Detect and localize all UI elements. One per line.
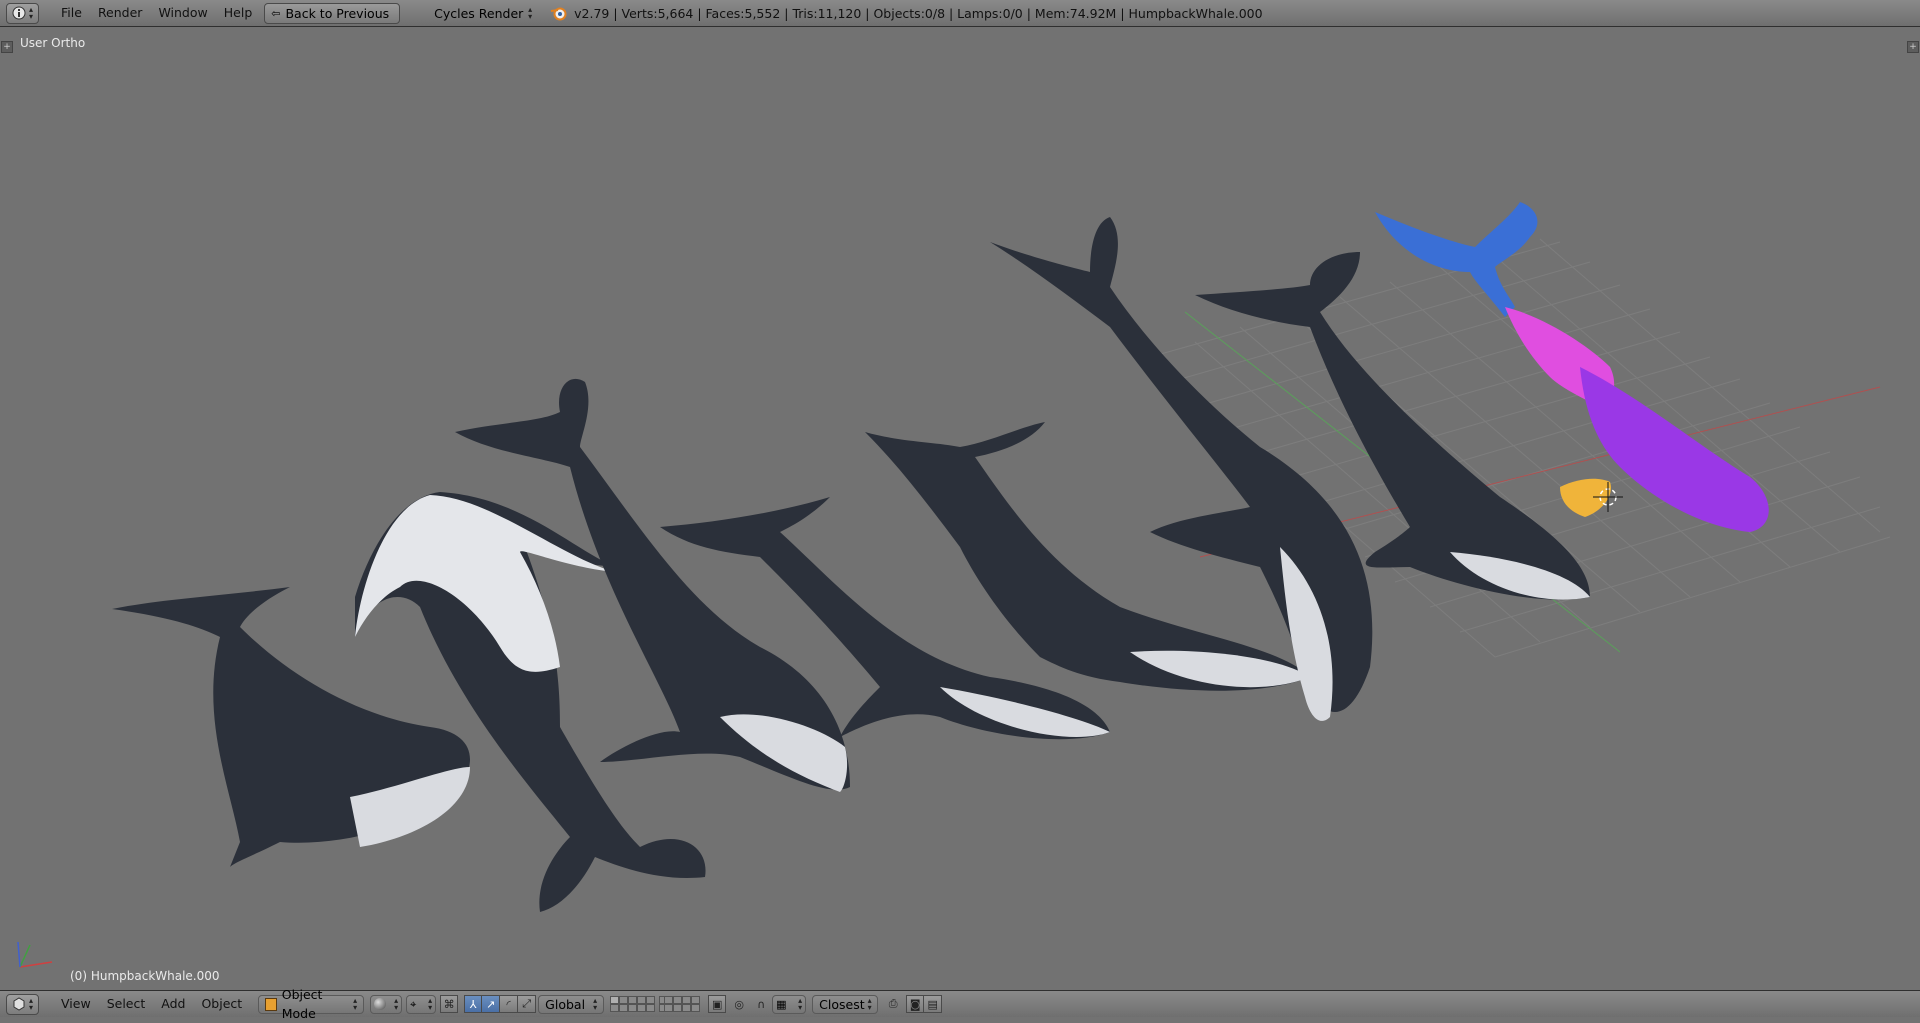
dropdown-arrows-icon: ▴ ▾ — [593, 996, 598, 1012]
manipulator-toggle-button[interactable]: ⅄ — [464, 995, 483, 1013]
layer-button[interactable] — [619, 996, 629, 1004]
opengl-render-image-button[interactable]: ◙ — [906, 995, 925, 1013]
editor-type-selector[interactable]: ▴ ▾ — [6, 993, 40, 1015]
pivot-point-select[interactable]: ⌖ ▴ ▾ — [406, 994, 437, 1014]
dropdown-arrows-icon: ▴ ▾ — [798, 996, 803, 1012]
menu-window[interactable]: Window — [150, 3, 215, 23]
mode-select[interactable]: Object Mode ▴ ▾ — [258, 987, 365, 1021]
opengl-render-active-viewport-button[interactable]: ⎙ — [884, 995, 902, 1013]
dropdown-arrows-icon: ▴ ▾ — [29, 996, 34, 1012]
layer-button[interactable] — [610, 1004, 620, 1012]
dropdown-arrows-icon: ▴ ▾ — [528, 5, 533, 21]
scale-icon: ⤢ — [522, 997, 532, 1010]
snap-element-select[interactable]: ▦ ▴ ▾ — [772, 994, 807, 1014]
back-to-previous-label: Back to Previous — [285, 5, 390, 21]
proportional-editing-button[interactable]: ◎ — [730, 995, 748, 1013]
dropdown-arrows-icon: ▴ ▾ — [29, 5, 34, 21]
proportional-toggle[interactable]: ⌘ — [440, 995, 459, 1013]
layer-button[interactable] — [664, 1004, 674, 1012]
render-engine-label: Cycles Render — [434, 5, 524, 21]
snap-target-select[interactable]: Closest ▴ ▾ — [812, 994, 879, 1014]
opengl-render-animation-button[interactable]: ▤ — [924, 995, 943, 1013]
lock-camera-button[interactable]: ▣ — [708, 995, 727, 1013]
scene-statistics: v2.79 | Verts:5,664 | Faces:5,552 | Tris… — [574, 5, 1263, 21]
clapperboard-icon: ▤ — [927, 997, 938, 1011]
axis-gizmo — [17, 941, 53, 968]
3d-view-header: ▴ ▾ View Select Add Object Object Mode ▴ ▾… — [0, 987, 1920, 1021]
layer-button[interactable] — [628, 996, 638, 1004]
menu-object[interactable]: Object — [193, 994, 250, 1014]
layer-button[interactable] — [619, 1004, 629, 1012]
scale-manipulator-button[interactable]: ⤢ — [518, 995, 537, 1013]
editor-type-selector[interactable]: ▴ ▾ — [6, 2, 40, 24]
info-icon — [12, 6, 26, 20]
active-object-label: (0) HumpbackWhale.000 — [70, 969, 220, 983]
3d-viewport[interactable]: User Ortho + + (0) HumpbackWhale.000 — [0, 27, 1920, 990]
layer-button[interactable] — [673, 1004, 683, 1012]
info-header: ▴ ▾ File Render Window Help ⇦ Back to Pre… — [0, 0, 1920, 27]
render-still-icon: ⎙ — [888, 997, 898, 1010]
scene-layers[interactable] — [610, 996, 701, 1012]
menu-select[interactable]: Select — [99, 994, 154, 1014]
layer-button[interactable] — [682, 996, 692, 1004]
layer-button[interactable] — [646, 996, 656, 1004]
layer-button[interactable] — [628, 1004, 638, 1012]
menu-add[interactable]: Add — [153, 994, 193, 1014]
layer-button[interactable] — [673, 996, 683, 1004]
dropdown-arrows-icon: ▴ ▾ — [867, 996, 872, 1012]
snap-increment-icon: ▦ — [776, 997, 787, 1011]
menu-file[interactable]: File — [53, 3, 90, 23]
translate-arrow-icon: ↗ — [486, 997, 496, 1011]
layer-button[interactable] — [610, 996, 620, 1004]
snap-toggle-button[interactable]: ∩ — [752, 995, 770, 1013]
render-engine-select[interactable]: Cycles Render ▴ ▾ — [428, 4, 538, 23]
object-mode-icon — [265, 997, 277, 1011]
layer-button[interactable] — [646, 1004, 656, 1012]
layer-button[interactable] — [691, 996, 701, 1004]
menu-render[interactable]: Render — [90, 3, 151, 23]
pivot-icon: ⌖ — [410, 997, 417, 1011]
whale-mesh[interactable] — [112, 587, 470, 867]
rotate-manipulator-button[interactable]: ◜ — [500, 995, 519, 1013]
back-to-previous-button[interactable]: ⇦ Back to Previous — [264, 2, 401, 24]
magnet-icon: ∩ — [757, 997, 766, 1011]
proportional-icon: ◎ — [734, 997, 744, 1011]
manipulator-icon: ⅄ — [469, 997, 477, 1011]
layer-button[interactable] — [637, 1004, 647, 1012]
dropdown-arrows-icon: ▴ ▾ — [353, 996, 358, 1012]
viewport-shading-select[interactable]: ▴ ▾ — [370, 994, 403, 1014]
dropdown-arrows-icon: ▴ ▾ — [428, 996, 433, 1012]
camera-icon: ◙ — [909, 997, 921, 1011]
layer-button[interactable] — [637, 996, 647, 1004]
dropdown-arrows-icon: ▴ ▾ — [394, 996, 399, 1012]
orientation-label: Global — [545, 996, 586, 1012]
layer-button[interactable] — [682, 1004, 692, 1012]
back-icon: ⇦ — [271, 6, 281, 20]
layer-button[interactable] — [664, 996, 674, 1004]
layer-button[interactable] — [691, 1004, 701, 1012]
menu-view[interactable]: View — [53, 994, 99, 1014]
3d-view-icon — [12, 997, 26, 1011]
mode-label: Object Mode — [281, 987, 323, 1021]
transform-orientation-select[interactable]: Global ▴ ▾ — [538, 994, 605, 1014]
manipulator-center-icon: ⌘ — [443, 997, 455, 1011]
translate-manipulator-button[interactable]: ↗ — [482, 995, 501, 1013]
blender-logo-icon — [550, 5, 568, 21]
snap-target-label: Closest — [819, 996, 865, 1012]
rotate-icon: ◜ — [506, 997, 511, 1011]
scene-canvas[interactable] — [0, 27, 1920, 990]
shading-sphere-icon — [374, 998, 387, 1010]
menu-help[interactable]: Help — [216, 3, 261, 23]
layer-lock-icon: ▣ — [711, 997, 723, 1011]
